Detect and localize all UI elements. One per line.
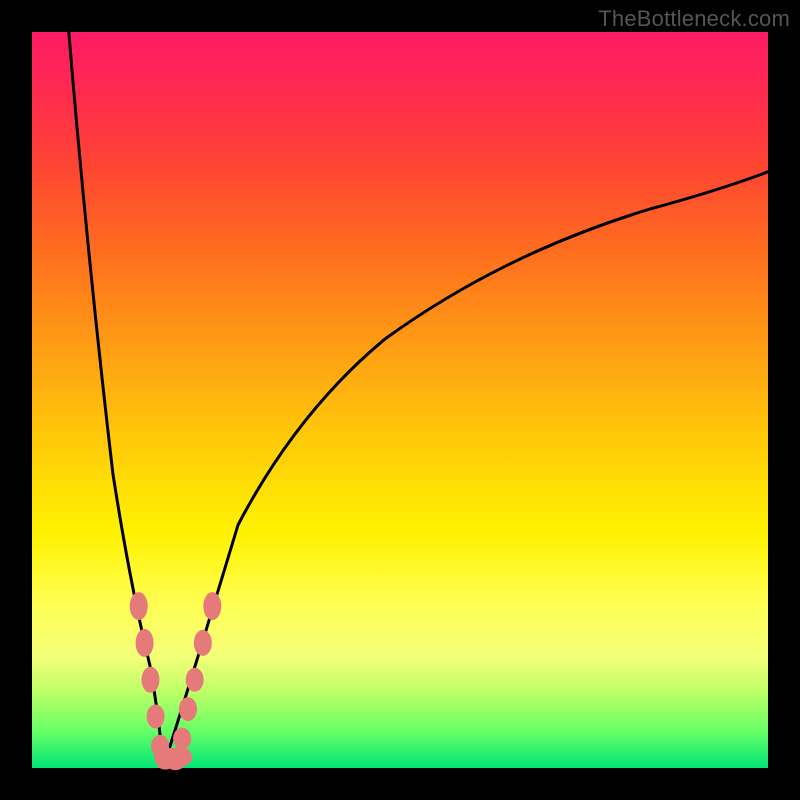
watermark-text: TheBottleneck.com [598,6,790,32]
marker-dot [136,629,154,657]
marker-dot [147,705,165,729]
marker-cluster [130,592,222,770]
chart-frame: TheBottleneck.com [0,0,800,800]
curve-left-branch [69,32,163,768]
marker-dot [194,630,212,656]
plot-area [32,32,768,768]
marker-dot [142,667,160,693]
marker-dot [203,592,221,620]
marker-dot [173,728,191,750]
marker-dot [130,592,148,620]
marker-dot [179,697,197,721]
marker-dot [166,754,186,770]
marker-dot [186,668,204,692]
curves-layer [32,32,768,768]
curve-right-branch [163,172,768,768]
